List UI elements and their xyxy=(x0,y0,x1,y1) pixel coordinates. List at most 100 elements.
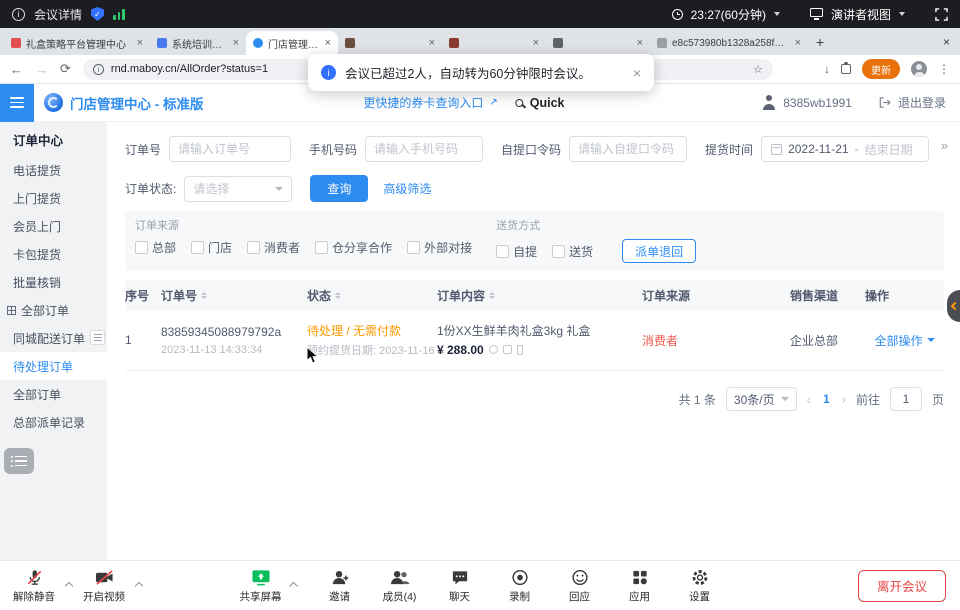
phone-mini-icon xyxy=(517,345,523,355)
sidebar-item-batch-verify[interactable]: 批量核销 xyxy=(0,268,107,296)
quick-entry-link[interactable]: 更快捷的券卡查询入口 xyxy=(363,94,483,111)
checkbox-source-consumer[interactable]: 消费者 xyxy=(247,239,300,256)
sidebar-item-phone-pickup[interactable]: 电话提货 xyxy=(0,156,107,184)
advanced-filter-link[interactable]: 高级筛选 xyxy=(383,180,431,197)
checkbox-delivery[interactable]: 送货 xyxy=(552,243,593,260)
toolbar-label: 回应 xyxy=(569,589,590,604)
checkbox-self-pickup[interactable]: 自提 xyxy=(496,243,537,260)
goto-page-input[interactable] xyxy=(890,387,922,411)
date-range-picker[interactable]: 2022-11-21 - 结束日期 xyxy=(761,136,929,162)
sidebar-collapse-icon[interactable] xyxy=(90,330,105,345)
all-actions-link[interactable]: 全部操作 xyxy=(874,332,922,349)
col-header-status[interactable]: 状态 xyxy=(307,287,437,304)
video-options-chevron-icon[interactable] xyxy=(135,581,143,589)
leave-meeting-button[interactable]: 离开会议 xyxy=(858,570,946,602)
bookmark-star-icon[interactable] xyxy=(753,63,763,76)
unmute-button[interactable]: 解除静音 xyxy=(12,567,56,604)
next-page-button[interactable] xyxy=(842,392,846,407)
record-button[interactable]: 录制 xyxy=(498,567,542,604)
checkbox-source-hq[interactable]: 总部 xyxy=(135,239,176,256)
back-icon[interactable] xyxy=(10,62,23,77)
sidebar-item-all-orders[interactable]: 全部订单 xyxy=(0,380,107,408)
col-header-label: 操作 xyxy=(865,287,889,304)
checkbox-source-external[interactable]: 外部对接 xyxy=(407,239,472,256)
apps-button[interactable]: 应用 xyxy=(618,567,662,604)
sort-icon[interactable] xyxy=(335,292,341,300)
browser-menu-icon[interactable] xyxy=(938,62,950,76)
meeting-info-chip[interactable]: 会议详情 xyxy=(12,6,125,23)
toolbar-label: 共享屏幕 xyxy=(240,589,282,604)
current-page[interactable]: 1 xyxy=(821,392,832,406)
tab-close-icon[interactable] xyxy=(429,38,435,49)
members-button[interactable]: 成员(4) xyxy=(378,567,422,604)
sidebar-item-pending-orders[interactable]: 待处理订单 xyxy=(0,352,107,380)
pickup-code-input[interactable] xyxy=(569,136,687,162)
browser-tab-hidden-3[interactable] xyxy=(546,31,650,55)
collapse-filters-icon[interactable] xyxy=(941,138,948,153)
share-options-chevron-icon[interactable] xyxy=(289,581,297,589)
browser-tab-hash[interactable]: e8c573980b1328a258fd2e6l xyxy=(650,31,808,55)
meeting-timer[interactable]: 23:27(60分钟) xyxy=(691,6,766,23)
fullscreen-icon[interactable] xyxy=(935,8,948,21)
browser-tab-training[interactable]: 系统培训学习 xyxy=(150,31,246,55)
browser-profile-avatar[interactable] xyxy=(911,61,927,77)
new-tab-button[interactable] xyxy=(816,34,824,50)
browser-tab-gift-platform[interactable]: 礼盒策略平台管理中心 xyxy=(4,31,150,55)
checkbox-source-store[interactable]: 门店 xyxy=(191,239,232,256)
order-no-input[interactable] xyxy=(169,136,291,162)
prev-page-button[interactable] xyxy=(807,392,811,407)
menu-toggle-button[interactable] xyxy=(0,84,34,122)
tab-close-icon[interactable] xyxy=(137,38,143,49)
side-drawer-handle[interactable] xyxy=(947,290,960,322)
share-screen-button[interactable]: 共享屏幕 xyxy=(239,567,283,604)
settings-button[interactable]: 设置 xyxy=(678,567,722,604)
dispatch-return-button[interactable]: 派单退回 xyxy=(622,239,696,263)
tabstrip-close-icon[interactable] xyxy=(937,35,956,49)
tab-close-icon[interactable] xyxy=(637,38,643,49)
order-status-select[interactable]: 请选择 xyxy=(184,176,292,202)
toast-close-icon[interactable] xyxy=(633,65,641,81)
chat-button[interactable]: 聊天 xyxy=(438,567,482,604)
col-header-content[interactable]: 订单内容 xyxy=(437,287,642,304)
extensions-icon[interactable] xyxy=(841,64,851,74)
checkbox-source-warehouse-coop[interactable]: 仓分享合作 xyxy=(315,239,392,256)
sidebar-group-all-orders[interactable]: 全部订单 xyxy=(0,296,107,324)
site-info-icon[interactable] xyxy=(93,64,104,75)
view-chevron-down-icon[interactable] xyxy=(899,12,905,16)
tab-close-icon[interactable] xyxy=(795,38,801,49)
sidebar-item-card-pickup[interactable]: 卡包提货 xyxy=(0,240,107,268)
phone-input[interactable] xyxy=(365,136,483,162)
reactions-button[interactable]: 回应 xyxy=(558,567,602,604)
sort-icon[interactable] xyxy=(201,292,207,300)
quick-label[interactable]: Quick xyxy=(530,96,565,110)
search-button[interactable]: 查询 xyxy=(310,175,368,202)
reload-icon[interactable] xyxy=(60,61,71,77)
forward-icon[interactable] xyxy=(35,62,48,77)
floating-list-button[interactable] xyxy=(4,448,34,474)
logout-button[interactable]: 退出登录 xyxy=(898,94,946,111)
browser-tab-store-admin[interactable]: 门店管理中心 xyxy=(246,31,338,55)
sidebar-item-hq-dispatch-log[interactable]: 总部派单记录 xyxy=(0,408,107,436)
sort-icon[interactable] xyxy=(489,292,495,300)
start-date-value[interactable]: 2022-11-21 xyxy=(788,142,849,156)
end-date-placeholder[interactable]: 结束日期 xyxy=(865,141,913,158)
browser-update-button[interactable]: 更新 xyxy=(862,59,900,79)
page-size-select[interactable]: 30条/页 xyxy=(726,387,797,411)
browser-tab-hidden-2[interactable] xyxy=(442,31,546,55)
sidebar-item-door-pickup[interactable]: 上门提货 xyxy=(0,184,107,212)
browser-tab-hidden-1[interactable] xyxy=(338,31,442,55)
download-icon[interactable] xyxy=(824,62,830,76)
start-video-button[interactable]: 开启视频 xyxy=(82,567,126,604)
mic-options-chevron-icon[interactable] xyxy=(65,581,73,589)
invite-button[interactable]: 邀请 xyxy=(318,567,362,604)
view-mode-label[interactable]: 演讲者视图 xyxy=(831,6,891,23)
col-header-order-no[interactable]: 订单号 xyxy=(161,287,307,304)
sidebar-item-member-visit[interactable]: 会员上门 xyxy=(0,212,107,240)
cell-actions[interactable]: 全部操作 xyxy=(865,322,944,358)
meeting-details-label[interactable]: 会议详情 xyxy=(34,6,82,23)
tab-close-icon[interactable] xyxy=(233,38,239,49)
tab-close-icon[interactable] xyxy=(325,38,331,49)
tab-close-icon[interactable] xyxy=(533,38,539,49)
timer-chevron-down-icon[interactable] xyxy=(774,12,780,16)
username[interactable]: 8385wb1991 xyxy=(783,96,852,110)
